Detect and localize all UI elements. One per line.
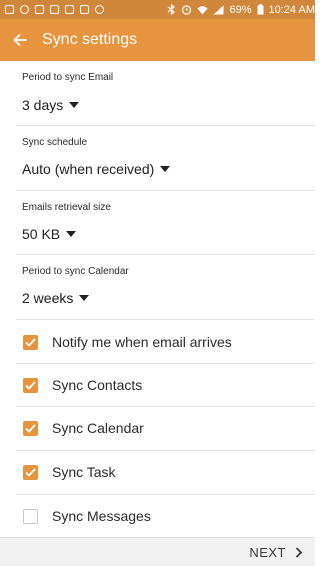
period-email-dropdown[interactable]: 3 days xyxy=(22,97,80,113)
sync-schedule-dropdown[interactable]: Auto (when received) xyxy=(22,161,171,177)
field-value: 3 days xyxy=(22,97,64,113)
battery-icon xyxy=(257,4,264,15)
field-label: Emails retrieval size xyxy=(22,202,111,213)
period-calendar-setting[interactable]: Period to sync Calendar xyxy=(22,266,129,277)
signal-icon xyxy=(213,5,224,14)
message-icon xyxy=(50,5,59,14)
bottom-bar: NEXT xyxy=(0,537,315,566)
app-bar: Sync settings xyxy=(0,19,315,61)
checkbox-label: Sync Messages xyxy=(52,508,151,524)
back-arrow-icon[interactable] xyxy=(2,19,38,61)
message-icon-2 xyxy=(65,5,74,14)
dropdown-arrow-icon xyxy=(160,166,171,172)
field-label: Period to sync Email xyxy=(22,72,114,83)
checkbox-checked[interactable] xyxy=(23,334,38,350)
sync-icon xyxy=(95,5,104,14)
divider xyxy=(16,254,315,255)
checkbox-label: Sync Contacts xyxy=(52,377,143,393)
alarm-icon xyxy=(182,5,192,15)
whatsapp-icon xyxy=(20,5,29,14)
period-calendar-dropdown[interactable]: 2 weeks xyxy=(22,290,90,306)
sync-task-row[interactable]: Sync Task xyxy=(0,450,315,494)
field-value: Auto (when received) xyxy=(22,161,155,177)
field-label: Period to sync Calendar xyxy=(22,266,129,277)
field-value: 2 weeks xyxy=(22,290,74,306)
bluetooth-icon xyxy=(168,4,176,15)
divider xyxy=(16,125,315,126)
next-label: NEXT xyxy=(249,545,286,560)
checkbox-checked[interactable] xyxy=(23,464,38,480)
checkbox-checked[interactable] xyxy=(23,420,38,436)
field-label: Sync schedule xyxy=(22,137,88,148)
checkbox-checked[interactable] xyxy=(23,377,38,393)
gallery-icon xyxy=(35,5,44,14)
sync-schedule-setting[interactable]: Sync schedule xyxy=(22,137,87,148)
chevron-right-icon xyxy=(295,547,303,558)
wifi-icon xyxy=(197,5,208,14)
facebook-icon xyxy=(5,5,14,14)
status-bar: 69% 10:24 AM xyxy=(0,0,315,19)
battery-percent: 69% xyxy=(229,3,252,16)
retrieval-size-setting[interactable]: Emails retrieval size xyxy=(22,202,111,213)
divider xyxy=(16,190,315,191)
dropdown-arrow-icon xyxy=(79,295,90,301)
notification-icons xyxy=(0,5,104,14)
notify-email-row[interactable]: Notify me when email arrives xyxy=(0,320,315,364)
field-value: 50 KB xyxy=(22,226,61,242)
dropdown-arrow-icon xyxy=(69,102,80,108)
period-email-setting[interactable]: Period to sync Email xyxy=(22,72,113,83)
retrieval-size-dropdown[interactable]: 50 KB xyxy=(22,226,77,242)
video-icon xyxy=(80,5,89,14)
checkbox-unchecked[interactable] xyxy=(23,508,38,524)
dropdown-arrow-icon xyxy=(66,231,77,237)
sync-contacts-row[interactable]: Sync Contacts xyxy=(0,363,315,407)
clock: 10:24 AM xyxy=(268,3,315,16)
checkbox-label: Sync Task xyxy=(52,464,116,480)
checkbox-label: Sync Calendar xyxy=(52,420,144,436)
page-title: Sync settings xyxy=(42,31,138,48)
checkbox-label: Notify me when email arrives xyxy=(52,334,232,350)
system-icons: 69% 10:24 AM xyxy=(167,0,315,19)
sync-messages-row[interactable]: Sync Messages xyxy=(0,494,315,538)
next-button[interactable]: NEXT xyxy=(249,538,303,567)
sync-calendar-row[interactable]: Sync Calendar xyxy=(0,406,315,450)
